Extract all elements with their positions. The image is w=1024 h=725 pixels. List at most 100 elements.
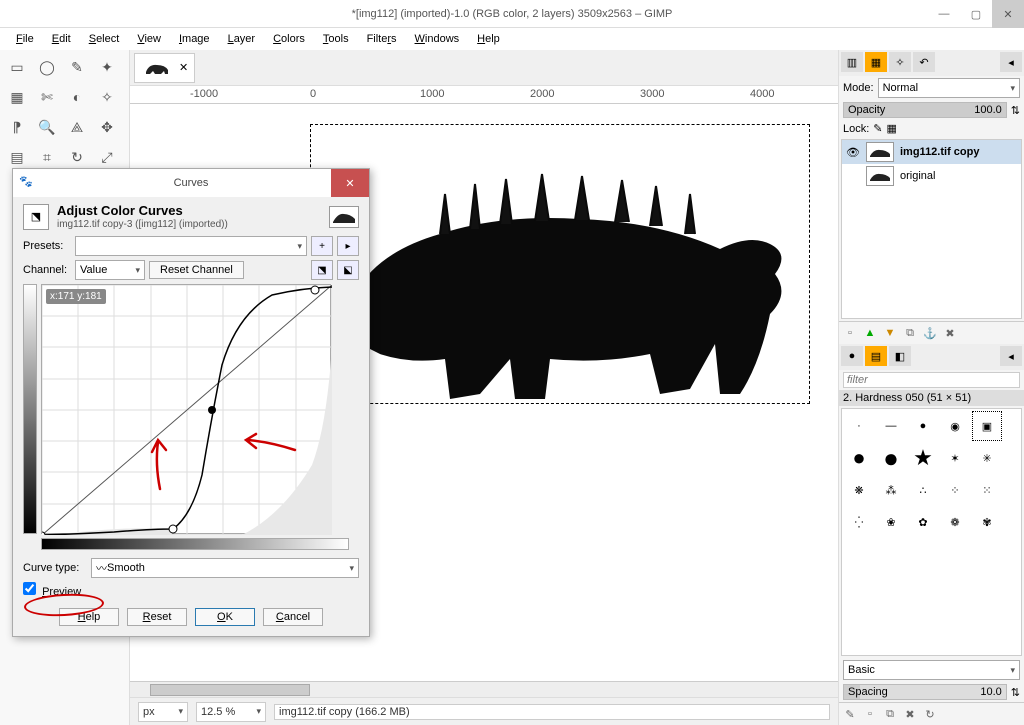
layer-row[interactable]: original [842,164,1021,188]
picker-tool[interactable]: ⁋ [4,114,30,140]
menu-image[interactable]: Image [171,31,218,47]
brush-preset-combo[interactable]: Basic [843,660,1020,680]
reset-button[interactable]: Reset [127,608,187,626]
maximize-button[interactable]: ▢ [960,0,992,28]
menu-filters[interactable]: Filters [359,31,405,47]
zoom-combo[interactable]: 12.5 % [196,702,266,722]
brush-item[interactable]: ✿ [908,507,938,537]
menu-windows[interactable]: Windows [407,31,468,47]
gradient-tab-icon[interactable]: ◧ [889,346,911,366]
tab-close-icon[interactable]: ✕ [179,61,188,74]
brush-item[interactable]: ★ [908,443,938,473]
hist-linear-button[interactable]: ⬔ [311,260,333,280]
close-button[interactable]: ✕ [992,0,1024,28]
brush-item[interactable]: ● [844,443,874,473]
measure-tool[interactable]: ⟁ [64,114,90,140]
color-select-tool[interactable]: ▦ [4,84,30,110]
menu-edit[interactable]: Edit [44,31,79,47]
anchor-layer-icon[interactable]: ⚓ [922,325,938,341]
add-preset-button[interactable]: + [311,236,333,256]
horizontal-scrollbar[interactable] [130,681,838,697]
channels-tab-icon[interactable]: ▦ [865,52,887,72]
dialog-titlebar[interactable]: 🐾 Curves ✕ [13,169,369,197]
brush-grid[interactable]: · — ● ◉ ▣ ● ● ★ ✶ ✳ ❋ ⁂ ∴ ⁘ ⁙ ⁛ ❀ ✿ ❁ ✾ [841,408,1022,656]
layer-row[interactable]: 👁 img112.tif copy [842,140,1021,164]
channel-combo[interactable]: Value [75,260,145,280]
help-button[interactable]: Help [59,608,119,626]
brush-item[interactable]: ● [908,411,938,441]
minimize-button[interactable]: — [928,0,960,28]
brush-item[interactable]: ⁘ [940,475,970,505]
lock-alpha-icon[interactable]: ▦ [887,122,897,135]
crop-tool[interactable]: ⌗ [34,144,60,170]
brush-item[interactable]: ✳ [972,443,1002,473]
edit-brush-icon[interactable]: ✎ [842,706,858,722]
preset-menu-button[interactable]: ▸ [337,236,359,256]
brush-tab-icon[interactable]: ● [841,346,863,366]
dup-brush-icon[interactable]: ⧉ [882,706,898,722]
dialog-close-button[interactable]: ✕ [331,169,369,197]
brush-item[interactable]: ▣ [972,411,1002,441]
brush-item[interactable]: ∴ [908,475,938,505]
brush-item[interactable]: ❁ [940,507,970,537]
brush-item[interactable]: ✾ [972,507,1002,537]
preview-checkbox[interactable]: PPreviewreview [23,582,81,598]
lasso-tool[interactable]: ✎ [64,54,90,80]
unit-combo[interactable]: px [138,702,188,722]
undo-tab-icon[interactable]: ↶ [913,52,935,72]
new-brush-icon[interactable]: ▫ [862,706,878,722]
del-brush-icon[interactable]: ✖ [902,706,918,722]
refresh-brush-icon[interactable]: ↻ [922,706,938,722]
menu-help[interactable]: Help [469,31,508,47]
brush-filter-input[interactable] [843,372,1020,388]
brush-item[interactable]: · [844,411,874,441]
delete-layer-icon[interactable]: ✖ [942,325,958,341]
align-tool[interactable]: ▤ [4,144,30,170]
presets-combo[interactable] [75,236,307,256]
paths-tool[interactable]: ✧ [94,84,120,110]
brush-item[interactable]: ✶ [940,443,970,473]
dock-menu-icon[interactable]: ◂ [1000,346,1022,366]
hist-log-button[interactable]: ⬕ [337,260,359,280]
wand-tool[interactable]: ✦ [94,54,120,80]
dock-menu-icon[interactable]: ◂ [1000,52,1022,72]
ellipse-select-tool[interactable]: ◯ [34,54,60,80]
scissors-tool[interactable]: ✄ [34,84,60,110]
curvetype-combo[interactable]: 〰 Smooth [91,558,359,578]
brush-item[interactable]: ⁛ [844,507,874,537]
move-tool[interactable]: ✥ [94,114,120,140]
brush-item[interactable]: ⁂ [876,475,906,505]
image-tab[interactable]: ✕ [134,53,195,83]
foreground-tool[interactable]: ◐ [64,84,90,110]
visibility-icon[interactable]: 👁 [846,146,860,159]
new-layer-icon[interactable]: ▫ [842,325,858,341]
lower-layer-icon[interactable]: ▼ [882,325,898,341]
brush-item[interactable]: — [876,411,906,441]
blend-mode-combo[interactable]: Normal [878,78,1020,98]
duplicate-layer-icon[interactable]: ⧉ [902,325,918,341]
brush-item[interactable]: ❀ [876,507,906,537]
menu-select[interactable]: Select [81,31,128,47]
curve-graph[interactable]: x:171 y:181 [41,284,331,534]
spacing-slider[interactable]: Spacing 10.0 [843,684,1007,700]
menu-colors[interactable]: Colors [265,31,313,47]
rect-select-tool[interactable]: ▭ [4,54,30,80]
layers-tab-icon[interactable]: ▥ [841,52,863,72]
ok-button[interactable]: OK [195,608,255,626]
menu-tools[interactable]: Tools [315,31,357,47]
brush-item[interactable]: ◉ [940,411,970,441]
menu-layer[interactable]: Layer [220,31,264,47]
rotate-tool[interactable]: ↻ [64,144,90,170]
scale-tool[interactable]: ⤢ [94,144,120,170]
menu-file[interactable]: FFileile [8,31,42,47]
opacity-slider[interactable]: Opacity 100.0 [843,102,1007,118]
pattern-tab-icon[interactable]: ▤ [865,346,887,366]
paths-tab-icon[interactable]: ✧ [889,52,911,72]
menu-view[interactable]: View [129,31,169,47]
lock-pixels-icon[interactable]: ✎ [873,122,882,135]
brush-item[interactable]: ❋ [844,475,874,505]
brush-item[interactable]: ⁙ [972,475,1002,505]
opacity-stepper[interactable]: ⇅ [1011,104,1020,117]
brush-item[interactable]: ● [876,443,906,473]
reset-channel-button[interactable]: Reset Channel [149,261,244,279]
